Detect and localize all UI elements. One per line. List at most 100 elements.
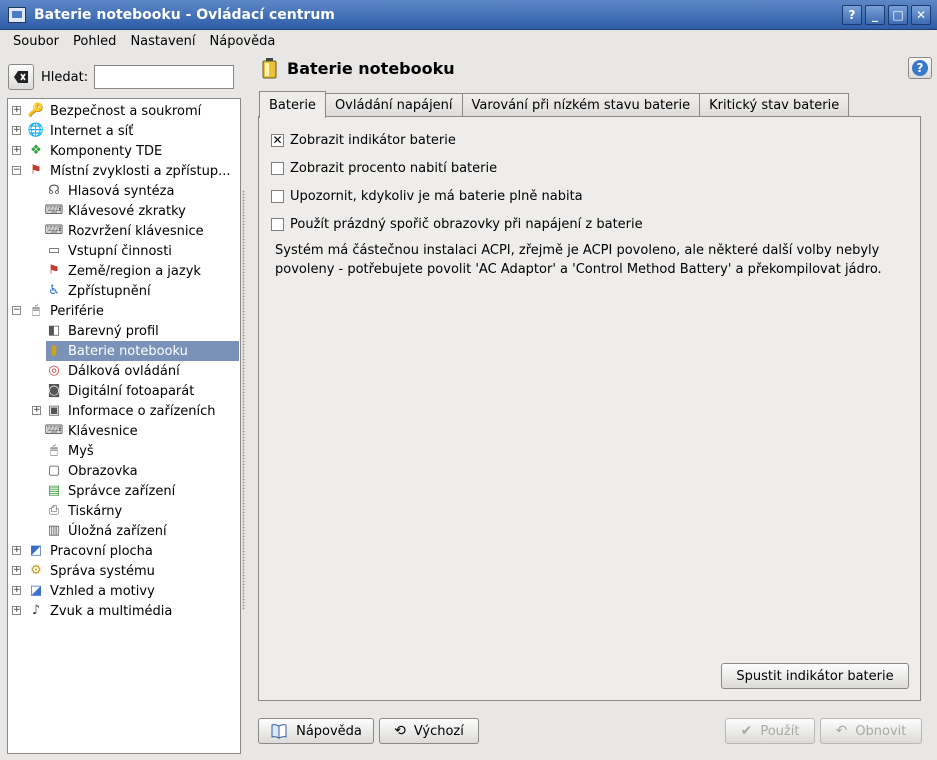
- keyboard-icon: ⌨: [44, 423, 64, 438]
- reset-button[interactable]: ↶ Obnovit: [820, 718, 922, 744]
- camera-icon: ◙: [47, 383, 61, 398]
- tree-item[interactable]: ⚙ Správa systému: [28, 561, 155, 581]
- tree-item[interactable]: 🖱 Myš: [46, 441, 94, 461]
- tree-item[interactable]: ▣ Informace o zařízeních: [46, 401, 216, 421]
- minimize-button[interactable]: _: [865, 4, 885, 25]
- show-percent-checkbox[interactable]: [271, 161, 284, 175]
- tree-item[interactable]: ▢ Obrazovka: [46, 461, 138, 481]
- tree-item-label: Správa systému: [50, 563, 155, 579]
- tree-expander[interactable]: +: [12, 126, 21, 135]
- show-indicator-checkbox[interactable]: ✕: [271, 133, 284, 147]
- tree-item-label: Bezpečnost a soukromí: [50, 103, 202, 119]
- checkbox-row-blank-screensaver[interactable]: Použít prázdný spořič obrazovky při napá…: [271, 214, 643, 234]
- tree-item[interactable]: ◩ Pracovní plocha: [28, 541, 153, 561]
- acpi-info-text: Systém má částečnou instalaci ACPI, zřej…: [275, 243, 882, 277]
- help-book-icon: [271, 724, 287, 739]
- shortcut-icon: ⌨: [44, 203, 64, 218]
- help-titlebar-button[interactable]: ?: [842, 4, 862, 25]
- tree-expander[interactable]: +: [12, 546, 21, 555]
- menu-file[interactable]: Soubor: [6, 34, 66, 49]
- tree-item[interactable]: ▥ Úložná zařízení: [46, 521, 167, 541]
- tree-item-label: Místní zvyklosti a zpřístup...: [50, 163, 231, 179]
- tree-item-label: Internet a síť: [50, 123, 134, 139]
- tree-expander[interactable]: −: [12, 306, 21, 315]
- search-label: Hledat:: [41, 69, 89, 85]
- menu-help[interactable]: Nápověda: [203, 34, 283, 49]
- tree-item-label: Zpřístupnění: [68, 283, 151, 299]
- menu-view[interactable]: Pohled: [66, 34, 123, 49]
- tree-item[interactable]: ⚑ Země/region a jazyk: [46, 261, 201, 281]
- close-button[interactable]: ✕: [911, 4, 931, 25]
- tree-item[interactable]: ❖ Komponenty TDE: [28, 141, 162, 161]
- tree-item[interactable]: ⚑ Místní zvyklosti a zpřístup...: [28, 161, 231, 181]
- tree-item[interactable]: ◎ Dálková ovládání: [46, 361, 179, 381]
- tree-item[interactable]: ▤ Správce zařízení: [46, 481, 175, 501]
- tab-critical-battery[interactable]: Kritický stav baterie: [699, 93, 850, 117]
- globe-icon: 🌐: [27, 123, 45, 138]
- splitter-handle[interactable]: [242, 190, 245, 610]
- flag-icon: ⚑: [30, 163, 42, 178]
- blank-screensaver-checkbox[interactable]: [271, 217, 284, 231]
- tab-panel-battery: ✕ Zobrazit indikátor baterie Zobrazit pr…: [258, 116, 921, 701]
- tree-item-label: Myš: [68, 443, 94, 459]
- tree-item[interactable]: ♪ Zvuk a multimédia: [28, 601, 172, 621]
- tree-item[interactable]: 🖱 Periférie: [28, 301, 104, 321]
- defaults-button[interactable]: ⟲ Výchozí: [379, 718, 479, 744]
- device-manager-icon: ▤: [47, 483, 61, 498]
- notify-full-checkbox[interactable]: [271, 189, 284, 203]
- tree-item-label: Barevný profil: [68, 323, 159, 339]
- tree-item[interactable]: ◙ Digitální fotoaparát: [46, 381, 195, 401]
- tab-low-battery-warning[interactable]: Varování při nízkém stavu baterie: [461, 93, 701, 117]
- checkbox-row-show-percent[interactable]: Zobrazit procento nabití baterie: [271, 158, 497, 178]
- tree-expander[interactable]: +: [12, 606, 21, 615]
- search-row: Hledat:: [8, 62, 238, 92]
- checkbox-row-show-indicator[interactable]: ✕ Zobrazit indikátor baterie: [271, 130, 456, 150]
- color-profile-icon: ◧: [47, 323, 61, 338]
- help-button[interactable]: Nápověda: [258, 718, 374, 744]
- tree-item-label: Zvuk a multimédia: [50, 603, 173, 619]
- tree-item-label: Tiskárny: [68, 503, 123, 519]
- module-tree[interactable]: + 🔑 Bezpečnost a soukromí + 🌐 Internet a síť +…: [7, 98, 241, 754]
- tree-item[interactable]: ⌨ Klávesové zkratky: [44, 201, 186, 221]
- tree-expander[interactable]: +: [12, 146, 21, 155]
- display-icon: ▢: [47, 463, 61, 478]
- tree-item-label: Hlasová syntéza: [68, 183, 175, 199]
- apply-button[interactable]: ✔ Použít: [725, 718, 815, 744]
- tree-expander[interactable]: +: [32, 406, 41, 415]
- tree-item[interactable]: ⌨ Rozvržení klávesnice: [45, 221, 204, 241]
- tree-item[interactable]: ▮ Baterie notebooku: [46, 341, 239, 361]
- menu-settings[interactable]: Nastavení: [123, 34, 202, 49]
- reload-icon: ⟲: [394, 723, 406, 739]
- tree-item[interactable]: ▭ Vstupní činnosti: [46, 241, 172, 261]
- notify-full-label: Upozornit, kdykoliv je má baterie plně n…: [290, 188, 583, 204]
- module-header: Baterie notebooku: [259, 56, 455, 80]
- tree-expander[interactable]: −: [12, 166, 21, 175]
- tab-battery[interactable]: Baterie: [259, 91, 326, 118]
- tree-item[interactable]: ♿ Zpřístupnění: [46, 281, 151, 301]
- tab-power-control[interactable]: Ovládání napájení: [324, 93, 463, 117]
- tree-item[interactable]: ◧ Barevný profil: [46, 321, 159, 341]
- checkbox-row-notify-full[interactable]: Upozornit, kdykoliv je má baterie plně n…: [271, 186, 583, 206]
- tree-expander[interactable]: +: [12, 106, 21, 115]
- tree-item-label: Periférie: [50, 303, 104, 319]
- tree-item-label: Vzhled a motivy: [50, 583, 155, 599]
- tree-item[interactable]: 🔑 Bezpečnost a soukromí: [28, 101, 201, 121]
- defaults-button-label: Výchozí: [413, 723, 464, 739]
- tree-item[interactable]: ☊ Hlasová syntéza: [46, 181, 174, 201]
- module-help-button[interactable]: ?: [908, 57, 932, 79]
- search-input[interactable]: [94, 65, 235, 89]
- tree-item[interactable]: 🌐 Internet a síť: [28, 121, 133, 141]
- maximize-button[interactable]: □: [888, 4, 908, 25]
- tree-item-label: Komponenty TDE: [50, 143, 163, 159]
- clear-search-button[interactable]: [8, 64, 34, 90]
- tree-item[interactable]: ◪ Vzhled a motivy: [28, 581, 155, 601]
- tree-item[interactable]: ⎙ Tiskárny: [46, 501, 122, 521]
- start-indicator-button[interactable]: Spustit indikátor baterie: [721, 663, 909, 689]
- undo-icon: ↶: [835, 723, 848, 739]
- country-flag-icon: ⚑: [48, 263, 60, 278]
- tree-expander[interactable]: +: [12, 586, 21, 595]
- battery-icon: [262, 58, 277, 79]
- key-icon: 🔑: [27, 103, 45, 118]
- tree-item[interactable]: ⌨ Klávesnice: [44, 421, 138, 441]
- tree-expander[interactable]: +: [12, 566, 21, 575]
